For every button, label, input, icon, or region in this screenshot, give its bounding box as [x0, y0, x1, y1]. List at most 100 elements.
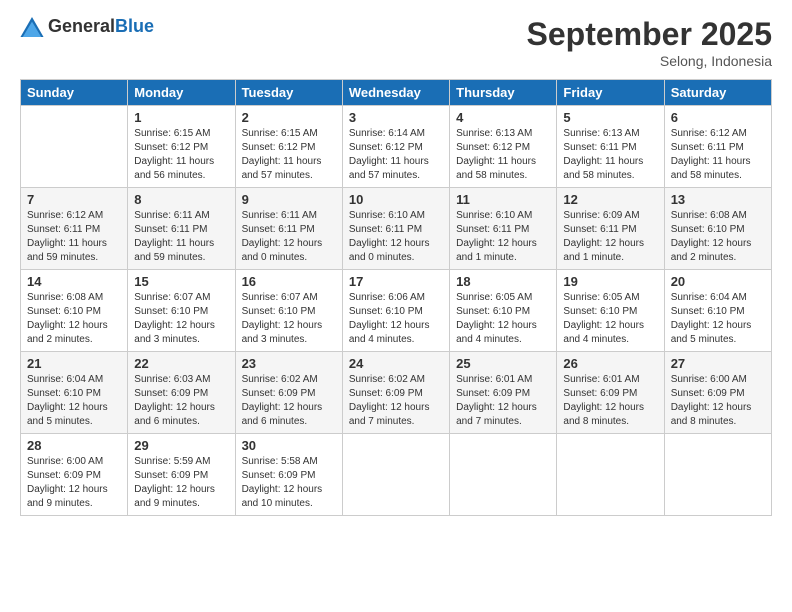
day-number: 9	[242, 192, 336, 207]
calendar-cell: 27 Sunrise: 6:00 AM Sunset: 6:09 PM Dayli…	[664, 352, 771, 434]
day-number: 4	[456, 110, 550, 125]
day-number: 14	[27, 274, 121, 289]
calendar-week-row: 21 Sunrise: 6:04 AM Sunset: 6:10 PM Dayli…	[21, 352, 772, 434]
day-info: Sunrise: 6:05 AM Sunset: 6:10 PM Dayligh…	[563, 291, 657, 347]
header-day: Sunday	[21, 80, 128, 106]
day-number: 25	[456, 356, 550, 371]
calendar-cell: 3 Sunrise: 6:14 AM Sunset: 6:12 PM Daylig…	[342, 106, 449, 188]
day-number: 11	[456, 192, 550, 207]
day-number: 26	[563, 356, 657, 371]
day-number: 16	[242, 274, 336, 289]
calendar-cell	[664, 434, 771, 516]
calendar-cell: 6 Sunrise: 6:12 AM Sunset: 6:11 PM Daylig…	[664, 106, 771, 188]
calendar-cell: 10 Sunrise: 6:10 AM Sunset: 6:11 PM Dayli…	[342, 188, 449, 270]
day-info: Sunrise: 6:08 AM Sunset: 6:10 PM Dayligh…	[671, 209, 765, 265]
calendar-cell: 1 Sunrise: 6:15 AM Sunset: 6:12 PM Daylig…	[128, 106, 235, 188]
day-info: Sunrise: 6:14 AM Sunset: 6:12 PM Dayligh…	[349, 127, 443, 183]
day-number: 7	[27, 192, 121, 207]
day-number: 3	[349, 110, 443, 125]
day-info: Sunrise: 6:15 AM Sunset: 6:12 PM Dayligh…	[134, 127, 228, 183]
month-title: September 2025	[527, 16, 772, 53]
calendar-cell: 30 Sunrise: 5:58 AM Sunset: 6:09 PM Dayli…	[235, 434, 342, 516]
day-number: 30	[242, 438, 336, 453]
day-info: Sunrise: 6:04 AM Sunset: 6:10 PM Dayligh…	[27, 373, 121, 429]
calendar-cell: 8 Sunrise: 6:11 AM Sunset: 6:11 PM Daylig…	[128, 188, 235, 270]
day-info: Sunrise: 6:04 AM Sunset: 6:10 PM Dayligh…	[671, 291, 765, 347]
calendar-cell: 13Sunrise: 6:08 AM Sunset: 6:10 PM Dayli…	[664, 188, 771, 270]
calendar-week-row: 14 Sunrise: 6:08 AM Sunset: 6:10 PM Dayli…	[21, 270, 772, 352]
day-info: Sunrise: 6:09 AM Sunset: 6:11 PM Dayligh…	[563, 209, 657, 265]
calendar-cell	[450, 434, 557, 516]
calendar-cell: 26Sunrise: 6:01 AM Sunset: 6:09 PM Dayli…	[557, 352, 664, 434]
calendar-cell: 18 Sunrise: 6:05 AM Sunset: 6:10 PM Dayli…	[450, 270, 557, 352]
calendar-cell: 2Sunrise: 6:15 AM Sunset: 6:12 PM Daylig…	[235, 106, 342, 188]
logo: GeneralBlue	[20, 16, 154, 37]
day-info: Sunrise: 6:12 AM Sunset: 6:11 PM Dayligh…	[27, 209, 121, 265]
day-number: 21	[27, 356, 121, 371]
day-number: 29	[134, 438, 228, 453]
logo-blue: Blue	[115, 16, 154, 36]
calendar-cell: 7 Sunrise: 6:12 AM Sunset: 6:11 PM Daylig…	[21, 188, 128, 270]
calendar-week-row: 1 Sunrise: 6:15 AM Sunset: 6:12 PM Daylig…	[21, 106, 772, 188]
header: GeneralBlue September 2025 Selong, Indon…	[20, 16, 772, 69]
calendar-header-row: SundayMondayTuesdayWednesdayThursdayFrid…	[21, 80, 772, 106]
day-number: 28	[27, 438, 121, 453]
day-number: 5	[563, 110, 657, 125]
logo-icon	[20, 17, 44, 37]
day-info: Sunrise: 5:58 AM Sunset: 6:09 PM Dayligh…	[242, 455, 336, 511]
header-day: Thursday	[450, 80, 557, 106]
day-number: 1	[134, 110, 228, 125]
day-number: 6	[671, 110, 765, 125]
day-info: Sunrise: 5:59 AM Sunset: 6:09 PM Dayligh…	[134, 455, 228, 511]
day-info: Sunrise: 6:10 AM Sunset: 6:11 PM Dayligh…	[349, 209, 443, 265]
day-info: Sunrise: 6:11 AM Sunset: 6:11 PM Dayligh…	[134, 209, 228, 265]
calendar-cell: 9 Sunrise: 6:11 AM Sunset: 6:11 PM Daylig…	[235, 188, 342, 270]
header-day: Friday	[557, 80, 664, 106]
calendar-cell: 21 Sunrise: 6:04 AM Sunset: 6:10 PM Dayli…	[21, 352, 128, 434]
logo-general: General	[48, 16, 115, 36]
day-number: 18	[456, 274, 550, 289]
page: GeneralBlue September 2025 Selong, Indon…	[0, 0, 792, 612]
title-block: September 2025 Selong, Indonesia	[527, 16, 772, 69]
calendar-cell: 16 Sunrise: 6:07 AM Sunset: 6:10 PM Dayli…	[235, 270, 342, 352]
calendar-cell: 11 Sunrise: 6:10 AM Sunset: 6:11 PM Dayli…	[450, 188, 557, 270]
day-info: Sunrise: 6:00 AM Sunset: 6:09 PM Dayligh…	[671, 373, 765, 429]
header-day: Tuesday	[235, 80, 342, 106]
day-info: Sunrise: 6:00 AM Sunset: 6:09 PM Dayligh…	[27, 455, 121, 511]
calendar-week-row: 7 Sunrise: 6:12 AM Sunset: 6:11 PM Daylig…	[21, 188, 772, 270]
day-info: Sunrise: 6:07 AM Sunset: 6:10 PM Dayligh…	[134, 291, 228, 347]
calendar-cell: 28 Sunrise: 6:00 AM Sunset: 6:09 PM Dayli…	[21, 434, 128, 516]
day-info: Sunrise: 6:12 AM Sunset: 6:11 PM Dayligh…	[671, 127, 765, 183]
day-info: Sunrise: 6:13 AM Sunset: 6:11 PM Dayligh…	[563, 127, 657, 183]
day-info: Sunrise: 6:07 AM Sunset: 6:10 PM Dayligh…	[242, 291, 336, 347]
day-info: Sunrise: 6:03 AM Sunset: 6:09 PM Dayligh…	[134, 373, 228, 429]
day-number: 10	[349, 192, 443, 207]
calendar-week-row: 28 Sunrise: 6:00 AM Sunset: 6:09 PM Dayli…	[21, 434, 772, 516]
day-number: 23	[242, 356, 336, 371]
day-number: 27	[671, 356, 765, 371]
calendar-cell: 5 Sunrise: 6:13 AM Sunset: 6:11 PM Daylig…	[557, 106, 664, 188]
calendar-cell: 14 Sunrise: 6:08 AM Sunset: 6:10 PM Dayli…	[21, 270, 128, 352]
day-info: Sunrise: 6:08 AM Sunset: 6:10 PM Dayligh…	[27, 291, 121, 347]
day-number: 22	[134, 356, 228, 371]
day-number: 24	[349, 356, 443, 371]
day-number: 19	[563, 274, 657, 289]
calendar-cell: 25Sunrise: 6:01 AM Sunset: 6:09 PM Dayli…	[450, 352, 557, 434]
day-number: 8	[134, 192, 228, 207]
day-info: Sunrise: 6:10 AM Sunset: 6:11 PM Dayligh…	[456, 209, 550, 265]
calendar-cell: 15 Sunrise: 6:07 AM Sunset: 6:10 PM Dayli…	[128, 270, 235, 352]
calendar-table: SundayMondayTuesdayWednesdayThursdayFrid…	[20, 79, 772, 516]
day-number: 20	[671, 274, 765, 289]
day-info: Sunrise: 6:06 AM Sunset: 6:10 PM Dayligh…	[349, 291, 443, 347]
day-info: Sunrise: 6:11 AM Sunset: 6:11 PM Dayligh…	[242, 209, 336, 265]
calendar-cell: 23 Sunrise: 6:02 AM Sunset: 6:09 PM Dayli…	[235, 352, 342, 434]
day-number: 15	[134, 274, 228, 289]
day-number: 17	[349, 274, 443, 289]
day-info: Sunrise: 6:15 AM Sunset: 6:12 PM Dayligh…	[242, 127, 336, 183]
day-info: Sunrise: 6:05 AM Sunset: 6:10 PM Dayligh…	[456, 291, 550, 347]
calendar-cell: 19 Sunrise: 6:05 AM Sunset: 6:10 PM Dayli…	[557, 270, 664, 352]
day-number: 12	[563, 192, 657, 207]
calendar-cell: 29 Sunrise: 5:59 AM Sunset: 6:09 PM Dayli…	[128, 434, 235, 516]
day-info: Sunrise: 6:02 AM Sunset: 6:09 PM Dayligh…	[242, 373, 336, 429]
calendar-cell	[21, 106, 128, 188]
